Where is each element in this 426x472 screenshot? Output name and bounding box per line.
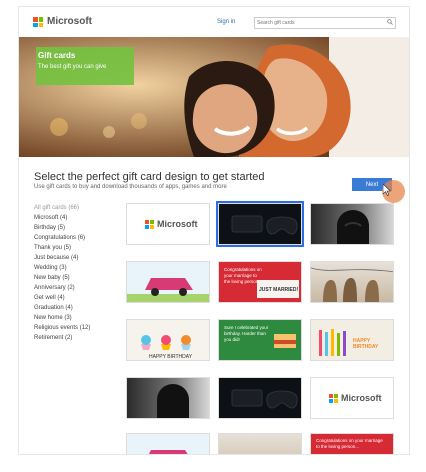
tile-caption: HAPPY BIRTHDAY [149, 354, 193, 360]
microsoft-logo-icon[interactable] [33, 17, 43, 27]
gift-card-tile-wedding-car-2[interactable] [126, 433, 210, 454]
xbox-console-icon [231, 389, 298, 409]
page-subtitle: Use gift cards to buy and download thous… [34, 184, 227, 190]
category-item-graduation[interactable]: Graduation (4) [34, 303, 114, 313]
category-item-congratulations[interactable]: Congratulations (6) [34, 233, 114, 243]
microsoft-logo-icon [145, 220, 154, 229]
hero-subtitle: The best gift you can give [38, 64, 107, 70]
wedding-car-icon [149, 450, 188, 454]
category-item-microsoft[interactable]: Microsoft (4) [34, 213, 114, 223]
signin-link[interactable]: Sign in [217, 19, 235, 25]
gift-card-tile-candles[interactable]: HAPPY BIRTHDAY [310, 319, 394, 361]
gift-card-tile-star-wars-2[interactable] [126, 377, 210, 419]
category-item-all[interactable]: All gift cards (66) [34, 203, 114, 213]
hero-banner: Gift cards The best gift you can give [19, 37, 409, 157]
category-item-get-well[interactable]: Get well (4) [34, 293, 114, 303]
mouse-cursor-icon [383, 184, 391, 196]
gift-card-tile-congrats-red[interactable]: Congratulations on your marriage to the … [310, 433, 394, 454]
gift-card-tile-star-wars[interactable] [310, 203, 394, 245]
browser-page: Microsoft Sign in Search gift cards Gift… [18, 6, 410, 455]
darth-vader-icon [337, 210, 369, 244]
tile-brand: Microsoft [341, 393, 382, 403]
cake-illustration-icon [274, 334, 296, 348]
gift-card-tile-cupcakes[interactable]: HAPPY BIRTHDAY [126, 319, 210, 361]
gift-card-tile-just-married[interactable]: Congratulations on your marriage to the … [218, 261, 302, 303]
tile-sign: JUST MARRIED! [259, 287, 299, 293]
tile-message: Congratulations on your marriage to the … [316, 438, 383, 449]
gift-card-tile-meerkats-2[interactable] [218, 433, 302, 454]
gift-card-grid: Microsoft Congratulations on your marria… [126, 201, 409, 454]
gift-card-tile-wedding-car[interactable] [126, 261, 210, 303]
gift-card-tile-meerkats[interactable] [310, 261, 394, 303]
gift-card-tile-xbox-2[interactable] [218, 377, 302, 419]
category-item-anniversary[interactable]: Anniversary (2) [34, 283, 114, 293]
hero-title: Gift cards [38, 51, 76, 60]
gift-card-tile-microsoft-2[interactable]: Microsoft [310, 377, 394, 419]
search-icon[interactable] [387, 19, 393, 25]
wedding-car-icon [127, 278, 209, 302]
category-item-wedding[interactable]: Wedding (3) [34, 263, 114, 273]
microsoft-logo-icon [329, 394, 338, 403]
category-item-retirement[interactable]: Retirement (2) [34, 333, 114, 343]
category-list: All gift cards (66) Microsoft (4) Birthd… [34, 203, 114, 343]
gift-card-tile-birthday-green[interactable]: Sure I celebrated your birthday. Harder … [218, 319, 302, 361]
just-married-sign-icon [257, 280, 299, 298]
header-bar: Microsoft Sign in [19, 7, 409, 38]
category-item-new-baby[interactable]: New baby (5) [34, 273, 114, 283]
category-item-new-home[interactable]: New home (3) [34, 313, 114, 323]
search-input[interactable] [257, 18, 377, 28]
tile-brand: Microsoft [157, 219, 198, 229]
category-item-religious-events[interactable]: Religious events (12) [34, 323, 114, 333]
tile-caption: HAPPY BIRTHDAY [353, 338, 379, 350]
darth-vader-icon [157, 384, 189, 418]
category-item-just-because[interactable]: Just because (4) [34, 253, 114, 263]
category-item-thank-you[interactable]: Thank you (5) [34, 243, 114, 253]
xbox-console-icon [231, 215, 298, 235]
search-box[interactable] [254, 17, 396, 29]
brand-name[interactable]: Microsoft [47, 16, 92, 27]
gift-card-tile-xbox-selected[interactable] [216, 201, 304, 247]
meerkats-icon [311, 267, 393, 302]
category-item-birthday[interactable]: Birthday (5) [34, 223, 114, 233]
gift-card-tile-microsoft[interactable]: Microsoft [126, 203, 210, 245]
page-title: Select the perfect gift card design to g… [34, 171, 265, 183]
